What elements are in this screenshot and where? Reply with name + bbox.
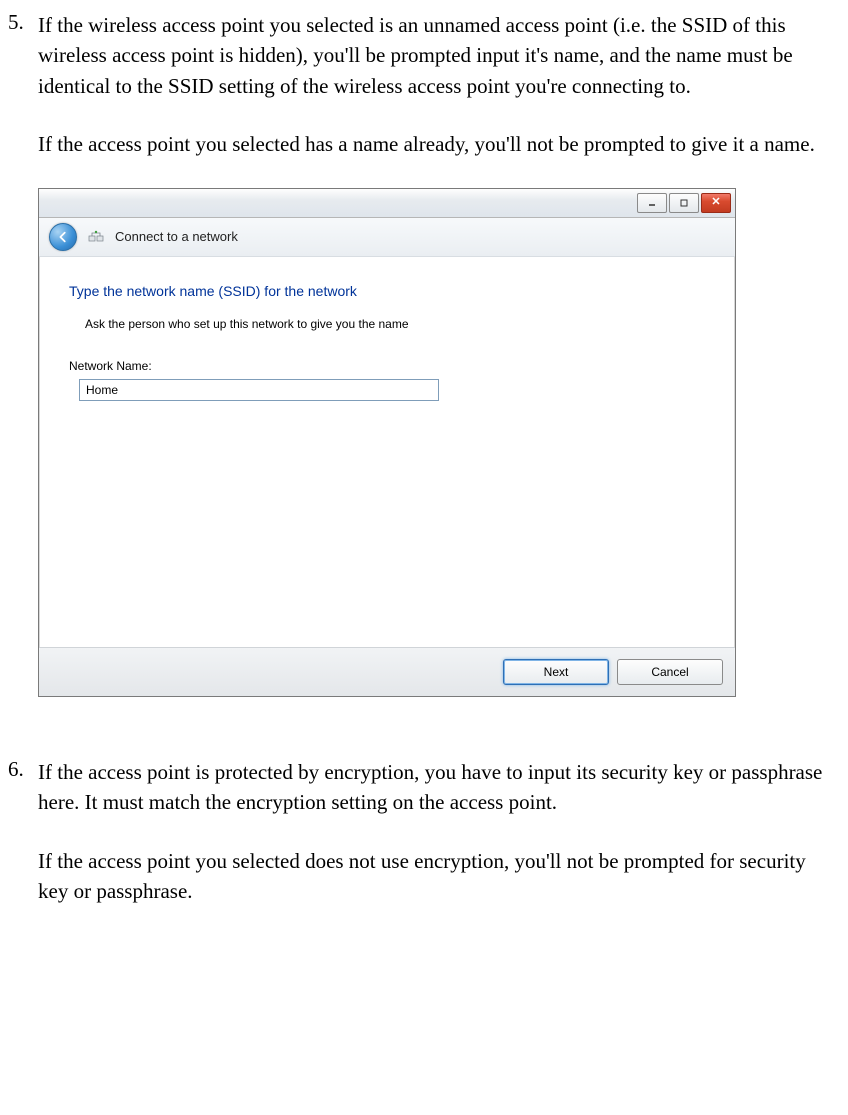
step-6-number: 6.: [8, 757, 38, 935]
connect-network-dialog: ✕: [38, 188, 736, 697]
network-name-label: Network Name:: [69, 359, 705, 373]
step-5-body: If the wireless access point you selecte…: [38, 10, 840, 727]
step-5: 5. If the wireless access point you sele…: [8, 10, 840, 727]
titlebar: ✕: [39, 189, 735, 218]
maximize-icon: [679, 198, 689, 208]
network-name-input[interactable]: [79, 379, 439, 401]
step-5-number: 5.: [8, 10, 38, 727]
back-arrow-icon: [56, 230, 70, 244]
next-button[interactable]: Next: [503, 659, 609, 685]
close-icon: ✕: [711, 197, 720, 208]
nav-row: Connect to a network: [39, 218, 735, 257]
step-5-paragraph-1: If the wireless access point you selecte…: [38, 10, 840, 101]
step-6-body: If the access point is protected by encr…: [38, 757, 840, 935]
cancel-button-label: Cancel: [651, 665, 688, 679]
dialog-content: Type the network name (SSID) for the net…: [39, 257, 735, 647]
nav-title: Connect to a network: [115, 229, 238, 244]
maximize-button[interactable]: [669, 193, 699, 213]
dialog-subtext: Ask the person who set up this network t…: [85, 317, 705, 331]
network-wizard-icon: [87, 228, 105, 246]
dialog-footer: Next Cancel: [39, 647, 735, 696]
step-5-paragraph-2: If the access point you selected has a n…: [38, 129, 840, 159]
next-button-label: Next: [544, 665, 569, 679]
minimize-button[interactable]: [637, 193, 667, 213]
step-6-paragraph-2: If the access point you selected does no…: [38, 846, 840, 907]
step-6-paragraph-1: If the access point is protected by encr…: [38, 757, 840, 818]
close-button[interactable]: ✕: [701, 193, 731, 213]
cancel-button[interactable]: Cancel: [617, 659, 723, 685]
dialog-heading: Type the network name (SSID) for the net…: [69, 283, 705, 299]
minimize-icon: [647, 198, 657, 208]
back-button[interactable]: [49, 223, 77, 251]
document-page: 5. If the wireless access point you sele…: [0, 0, 848, 1005]
step-6: 6. If the access point is protected by e…: [8, 757, 840, 935]
